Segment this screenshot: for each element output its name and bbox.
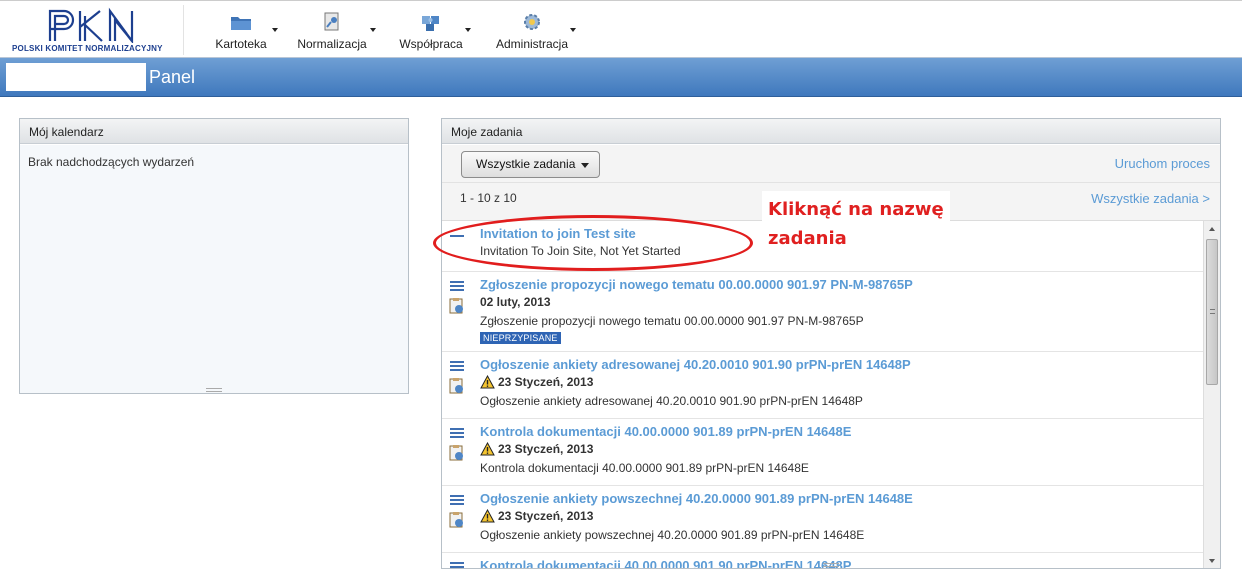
pager-info: 1 - 10 z 10 (460, 191, 517, 205)
task-title-link[interactable]: Zgłoszenie propozycji nowego tematu 00.0… (480, 276, 1204, 293)
all-tasks-link[interactable]: Wszystkie zadania > (1091, 191, 1210, 206)
task-description: Kontrola dokumentacji 40.00.0000 901.89 … (480, 461, 809, 475)
chevron-down-icon (570, 28, 576, 32)
warning-icon (480, 375, 495, 389)
page-title: Panel (149, 67, 196, 87)
calendar-dashlet: Mój kalendarz Brak nadchodzących wydarze… (19, 118, 409, 394)
task-description: Ogłoszenie ankiety adresowanej 40.20.001… (480, 394, 863, 408)
scroll-down-icon[interactable] (1209, 559, 1215, 563)
task-due-date-text: 23 Styczeń, 2013 (498, 442, 594, 456)
task-type-icon (449, 298, 463, 314)
top-header: POLSKI KOMITET NORMALIZACYJNY Kartoteka … (0, 0, 1242, 58)
resize-handle[interactable] (823, 563, 839, 567)
tasks-dashlet-title: Moje zadania (442, 119, 1220, 144)
task-item: Zgłoszenie propozycji nowego tematu 00.0… (442, 272, 1204, 352)
task-type-icon (449, 512, 463, 528)
warning-icon (480, 442, 495, 456)
task-filter-label: Wszystkie zadania (476, 157, 576, 171)
task-type-icon (449, 445, 463, 461)
task-due-date: 23 Styczeń, 2013 (480, 507, 1204, 526)
task-description: Zgłoszenie propozycji nowego tematu 00.0… (480, 314, 864, 328)
chevron-down-icon (272, 28, 278, 32)
task-due-date-text: 23 Styczeń, 2013 (498, 375, 594, 389)
task-due-date: 02 luty, 2013 (480, 295, 551, 309)
logo-mark-icon (48, 7, 134, 43)
task-item: Ogłoszenie ankiety powszechnej 40.20.000… (442, 486, 1204, 553)
task-list-scrollbar[interactable] (1203, 221, 1220, 568)
task-title-link[interactable]: Kontrola dokumentacji 40.00.0000 901.89 … (480, 423, 1204, 440)
task-item: Ogłoszenie ankiety adresowanej 40.20.001… (442, 352, 1204, 419)
page-title-bar: Panel (0, 58, 1242, 97)
task-title-link[interactable]: Ogłoszenie ankiety powszechnej 40.20.000… (480, 490, 1204, 507)
warning-icon (480, 509, 495, 523)
folder-icon (231, 17, 251, 30)
task-due-date: 23 Styczeń, 2013 (480, 373, 1204, 392)
puzzle-icon (422, 16, 439, 31)
annotation-line-2: zadania (768, 228, 847, 249)
calendar-dashlet-title: Mój kalendarz (20, 119, 408, 144)
task-filter-dropdown[interactable]: Wszystkie zadania (461, 151, 600, 178)
scroll-up-icon[interactable] (1209, 227, 1215, 231)
site-title-placeholder (6, 63, 146, 91)
tasks-toolbar: Wszystkie zadania Uruchom proces (442, 145, 1220, 183)
priority-icon (450, 281, 464, 293)
tasks-dashlet: Moje zadania Wszystkie zadania Uruchom p… (441, 118, 1221, 569)
status-badge: NIEPRZYPISANE (480, 332, 561, 344)
task-description: Ogłoszenie ankiety powszechnej 40.20.000… (480, 528, 865, 542)
calendar-body: Brak nadchodzących wydarzeń (20, 145, 408, 393)
task-title-link[interactable]: Ogłoszenie ankiety adresowanej 40.20.001… (480, 356, 1204, 373)
menu-label: Współpraca (399, 37, 463, 51)
instruction-annotation: Kliknąć na nazwę zadania (762, 191, 950, 253)
task-due-date-text: 23 Styczeń, 2013 (498, 509, 594, 523)
task-item: Kontrola dokumentacji 40.00.0000 901.89 … (442, 419, 1204, 486)
menu-normalizacja[interactable]: Normalizacja (294, 11, 376, 53)
chevron-down-icon (465, 28, 471, 32)
gear-icon (524, 14, 540, 30)
task-due-date: 23 Styczeń, 2013 (480, 440, 1204, 459)
priority-icon (450, 230, 464, 239)
chevron-down-icon (370, 28, 376, 32)
menu-administracja[interactable]: Administracja (494, 11, 576, 53)
resize-handle[interactable] (206, 388, 222, 392)
menu-label: Kartoteka (215, 37, 267, 51)
logo-subtitle: POLSKI KOMITET NORMALIZACYJNY (12, 44, 163, 53)
document-key-icon (324, 12, 339, 31)
priority-icon (450, 361, 464, 373)
menu-label: Normalizacja (297, 37, 367, 51)
calendar-empty-text: Brak nadchodzących wydarzeń (28, 155, 195, 169)
menu-wspolpraca[interactable]: Współpraca (397, 11, 471, 53)
task-title-link[interactable]: Kontrola dokumentacji 40.00.0000 901.90 … (480, 557, 1204, 568)
header-divider (183, 5, 184, 55)
start-process-link[interactable]: Uruchom proces (1115, 156, 1210, 171)
priority-icon (450, 495, 464, 507)
annotation-line-1: Kliknąć na nazwę (768, 199, 944, 220)
grip-icon (1210, 309, 1215, 314)
pkn-logo[interactable]: POLSKI KOMITET NORMALIZACYJNY (8, 7, 176, 55)
menu-kartoteka[interactable]: Kartoteka (210, 11, 278, 53)
priority-icon (450, 562, 464, 568)
priority-icon (450, 428, 464, 440)
task-type-icon (449, 378, 463, 394)
chevron-down-icon (581, 163, 589, 168)
menu-label: Administracja (495, 37, 569, 51)
task-list: Invitation to join Test site Invitation … (442, 221, 1204, 568)
scrollbar-thumb[interactable] (1206, 239, 1218, 385)
